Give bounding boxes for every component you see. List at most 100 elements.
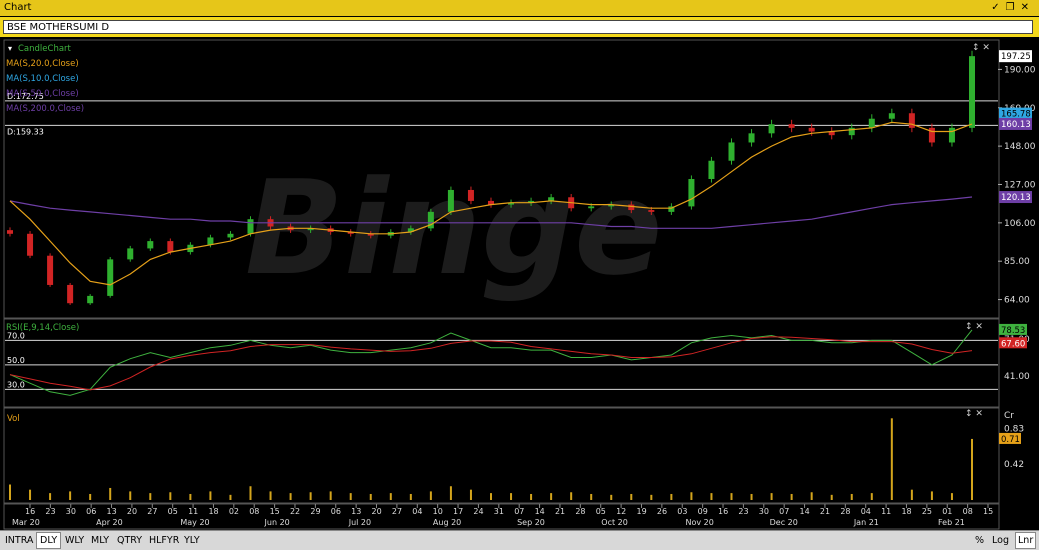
candle [7, 230, 13, 234]
candle [227, 233, 234, 238]
x-axis-day-label: 23 [738, 507, 748, 516]
volume-bar [810, 492, 813, 500]
candle [167, 241, 174, 253]
window-titlebar: Chart ✓❐✕ [0, 0, 1039, 16]
rsi-level-label: 30.0 [7, 380, 25, 389]
volume-bar [670, 493, 673, 500]
x-axis-day-label: 11 [881, 507, 891, 516]
volume-bar [29, 489, 32, 500]
candle [147, 241, 154, 249]
x-axis-day-label: 28 [840, 507, 850, 516]
price-axis-label: 106.00 [1004, 219, 1036, 229]
horizontal-line-label: D:159.33 [7, 127, 44, 136]
vol-value-tag-label: 0.71 [1001, 435, 1020, 445]
volume-bar [850, 493, 853, 500]
tf-qtry[interactable]: QTRY [114, 533, 145, 548]
volume-bar [209, 491, 212, 500]
x-axis-month-label: Oct 20 [601, 518, 628, 527]
candle [928, 127, 935, 143]
x-axis-month-label: Apr 20 [96, 518, 123, 527]
tf-intra[interactable]: INTRA [2, 533, 36, 548]
x-axis-day-label: 11 [188, 507, 198, 516]
x-axis-day-label: 04 [861, 507, 871, 516]
candle [708, 160, 715, 179]
volume-bar [389, 493, 392, 500]
symbol-input[interactable]: BSE MOTHERSUMI D [3, 20, 1033, 34]
volume-bar [550, 493, 553, 500]
tf-yly[interactable]: YLY [181, 533, 203, 548]
x-axis-month-label: Feb 21 [938, 518, 965, 527]
volume-bar [429, 491, 432, 500]
log-button[interactable]: Log [992, 533, 1009, 548]
x-axis-day-label: 06 [331, 507, 341, 516]
x-axis-day-label: 29 [310, 507, 320, 516]
x-axis-day-label: 02 [229, 507, 239, 516]
panel-controls-icon: ↕ ✕ [972, 43, 990, 53]
rsi-signal-line [9, 336, 973, 391]
close-icon[interactable]: ✕ [1021, 2, 1035, 13]
tf-wly[interactable]: WLY [62, 533, 87, 548]
x-axis-month-label: Sep 20 [517, 518, 545, 527]
x-axis-day-label: 14 [535, 507, 545, 516]
x-axis-day-label: 18 [208, 507, 218, 516]
x-axis-day-label: 05 [168, 507, 178, 516]
tf-hlfyr[interactable]: HLFYR [146, 533, 182, 548]
restore-icon[interactable]: ❐ [1006, 2, 1021, 13]
tf-mly[interactable]: MLY [88, 533, 112, 548]
x-axis-day-label: 09 [698, 507, 708, 516]
volume-bar [510, 493, 513, 500]
x-axis-day-label: 08 [963, 507, 973, 516]
x-axis-month-label: Dec 20 [770, 518, 798, 527]
x-axis-day-label: 26 [657, 507, 667, 516]
x-axis-day-label: 13 [351, 507, 361, 516]
percent-button[interactable]: % [975, 533, 984, 548]
volume-bar [910, 489, 913, 500]
x-axis-month-label: Nov 20 [685, 518, 713, 527]
rsi-legend: RSI(E,9,14,Close) [6, 323, 79, 333]
x-axis-day-label: 28 [575, 507, 585, 516]
candle [588, 206, 595, 209]
x-axis-day-label: 21 [820, 507, 830, 516]
candle [868, 118, 875, 128]
x-axis-month-label: Jul 20 [348, 518, 371, 527]
x-axis-day-label: 24 [473, 507, 483, 516]
volume-bar [950, 493, 953, 500]
chart-area[interactable]: Binge190.00169.00148.00127.00106.0085.00… [0, 38, 1039, 530]
pin-icon[interactable]: ✓ [991, 2, 1005, 13]
candle [27, 233, 34, 256]
x-axis-month-label: Aug 20 [433, 518, 461, 527]
bottom-toolbar: INTRA DLY WLY MLY QTRY HLFYR YLY % Log L… [0, 530, 1039, 550]
candle [648, 210, 655, 212]
candle [247, 219, 254, 234]
volume-bar [69, 491, 72, 500]
x-axis-day-label: 03 [677, 507, 687, 516]
x-axis-day-label: 13 [107, 507, 117, 516]
volume-bar [971, 438, 973, 500]
volume-bar [89, 493, 92, 500]
vol-legend: Vol [7, 414, 20, 424]
panel-controls-icon: ↕ ✕ [965, 322, 983, 332]
volume-bar [650, 494, 653, 500]
candle [67, 284, 74, 304]
volume-bar [469, 489, 472, 500]
volume-bar [349, 493, 352, 500]
panel-controls-icon: ↕ ✕ [965, 409, 983, 419]
x-axis-month-label: Mar 20 [12, 518, 40, 527]
volume-bar [930, 491, 933, 500]
window-title: Chart [4, 2, 32, 13]
price-value-tag-label: 120.13 [1001, 193, 1031, 203]
lnr-button[interactable]: Lnr [1015, 532, 1037, 549]
volume-bar [530, 493, 533, 500]
volume-bar [169, 492, 172, 500]
volume-bar [269, 491, 272, 500]
chart-svg[interactable]: Binge190.00169.00148.00127.00106.0085.00… [0, 38, 1039, 530]
volume-bar [9, 484, 11, 500]
x-axis-day-label: 19 [636, 507, 646, 516]
volume-bar [149, 493, 152, 500]
candle [788, 124, 795, 128]
tf-dly[interactable]: DLY [36, 532, 62, 549]
volume-bar [189, 493, 192, 500]
candle [207, 237, 214, 245]
candle [107, 259, 114, 296]
price-axis-label: 190.00 [1004, 65, 1036, 75]
